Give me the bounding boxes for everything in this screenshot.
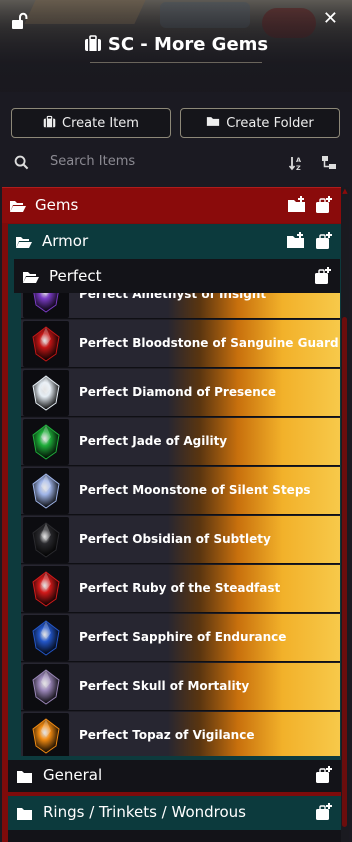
folder-label: Gems: [35, 196, 79, 214]
folder-icon: [206, 115, 220, 131]
gem-image: [23, 321, 69, 367]
folder-perfect[interactable]: Perfect: [14, 259, 340, 293]
svg-text:Z: Z: [296, 164, 301, 171]
create-folder-label: Create Folder: [226, 115, 314, 131]
folder-open-icon: [15, 234, 33, 253]
title-divider: [90, 62, 262, 63]
gem-image: [23, 615, 69, 661]
list-item[interactable]: Perfect Amethyst of Insight: [21, 293, 340, 319]
create-item-icon[interactable]: [315, 232, 333, 254]
folder-label: Perfect: [49, 267, 102, 285]
gem-image: [23, 517, 69, 563]
item-name: Perfect Sapphire of Endurance: [79, 630, 287, 644]
folder-label: Armor: [42, 232, 89, 250]
item-name: Perfect Skull of Mortality: [79, 679, 250, 693]
search-bar: Search Items A Z: [0, 150, 352, 176]
gem-image: [23, 419, 69, 465]
create-item-icon[interactable]: [315, 803, 333, 825]
create-folder-icon[interactable]: [287, 196, 307, 218]
folder-gems[interactable]: Gems: [2, 187, 342, 224]
folder-label: Rings / Trinkets / Wondrous: [43, 803, 246, 821]
folder-rings-trinkets-wondrous[interactable]: Rings / Trinkets / Wondrous: [8, 796, 341, 830]
gem-image: [23, 713, 69, 756]
item-name: Perfect Ruby of the Steadfast: [79, 581, 281, 595]
scroll-up-icon[interactable]: ▲: [341, 187, 349, 195]
item-name: Perfect Amethyst of Insight: [79, 293, 267, 301]
list-item[interactable]: Perfect Moonstone of Silent Steps: [21, 467, 340, 515]
sort-alpha-icon[interactable]: A Z: [288, 155, 305, 175]
list-item[interactable]: Perfect Diamond of Presence: [21, 369, 340, 417]
folder-open-icon: [22, 269, 40, 288]
sheet-title-text: SC - More Gems: [107, 34, 269, 55]
create-folder-icon[interactable]: [286, 232, 306, 254]
close-icon[interactable]: ✕: [323, 8, 338, 29]
item-name: Perfect Diamond of Presence: [79, 385, 277, 399]
gem-image: [23, 468, 69, 514]
list-item[interactable]: Perfect Ruby of the Steadfast: [21, 565, 340, 613]
item-list: Perfect Amethyst of Insight Perfect Blood…: [21, 293, 340, 756]
gem-image: [23, 370, 69, 416]
gem-image: [23, 566, 69, 612]
item-name: Perfect Topaz of Vigilance: [79, 728, 255, 742]
create-item-icon[interactable]: [314, 267, 332, 289]
list-item[interactable]: Perfect Obsidian of Subtlety: [21, 516, 340, 564]
folder-icon: [16, 769, 33, 788]
folder-armor[interactable]: Armor: [8, 224, 341, 259]
sheet-header: ✕ SC - More Gems: [0, 0, 352, 92]
create-item-label: Create Item: [62, 115, 139, 131]
search-icon: [14, 155, 29, 174]
item-name: Perfect Jade of Agility: [79, 434, 228, 448]
sheet-title: SC - More Gems: [0, 34, 352, 57]
scrollbar-thumb[interactable]: [342, 317, 347, 827]
item-name: Perfect Moonstone of Silent Steps: [79, 483, 311, 497]
backpack-icon: [84, 34, 102, 57]
folder-open-icon: [9, 198, 27, 217]
create-item-button[interactable]: Create Item: [11, 108, 171, 138]
create-item-icon[interactable]: [315, 766, 333, 788]
folder-icon: [16, 806, 33, 825]
list-item[interactable]: Perfect Skull of Mortality: [21, 663, 340, 711]
collapse-folders-icon[interactable]: [321, 155, 337, 175]
list-item[interactable]: Perfect Jade of Agility: [21, 418, 340, 466]
svg-text:A: A: [296, 156, 301, 164]
list-item[interactable]: Perfect Topaz of Vigilance: [21, 712, 340, 756]
folder-list-continuation: [8, 830, 341, 842]
backpack-icon: [43, 115, 56, 132]
unlock-icon[interactable]: [10, 12, 28, 30]
search-input[interactable]: Search Items: [50, 154, 135, 169]
scrollbar[interactable]: ▲: [341, 187, 349, 842]
list-item[interactable]: Perfect Bloodstone of Sanguine Guard: [21, 320, 340, 368]
item-name: Perfect Bloodstone of Sanguine Guard: [79, 336, 339, 350]
item-name: Perfect Obsidian of Subtlety: [79, 532, 271, 546]
create-folder-button[interactable]: Create Folder: [180, 108, 340, 138]
gem-image: [23, 664, 69, 710]
folder-general[interactable]: General: [8, 760, 341, 792]
list-item[interactable]: Perfect Sapphire of Endurance: [21, 614, 340, 662]
gem-image: [23, 293, 69, 318]
create-item-icon[interactable]: [315, 196, 333, 218]
folder-label: General: [43, 766, 103, 784]
